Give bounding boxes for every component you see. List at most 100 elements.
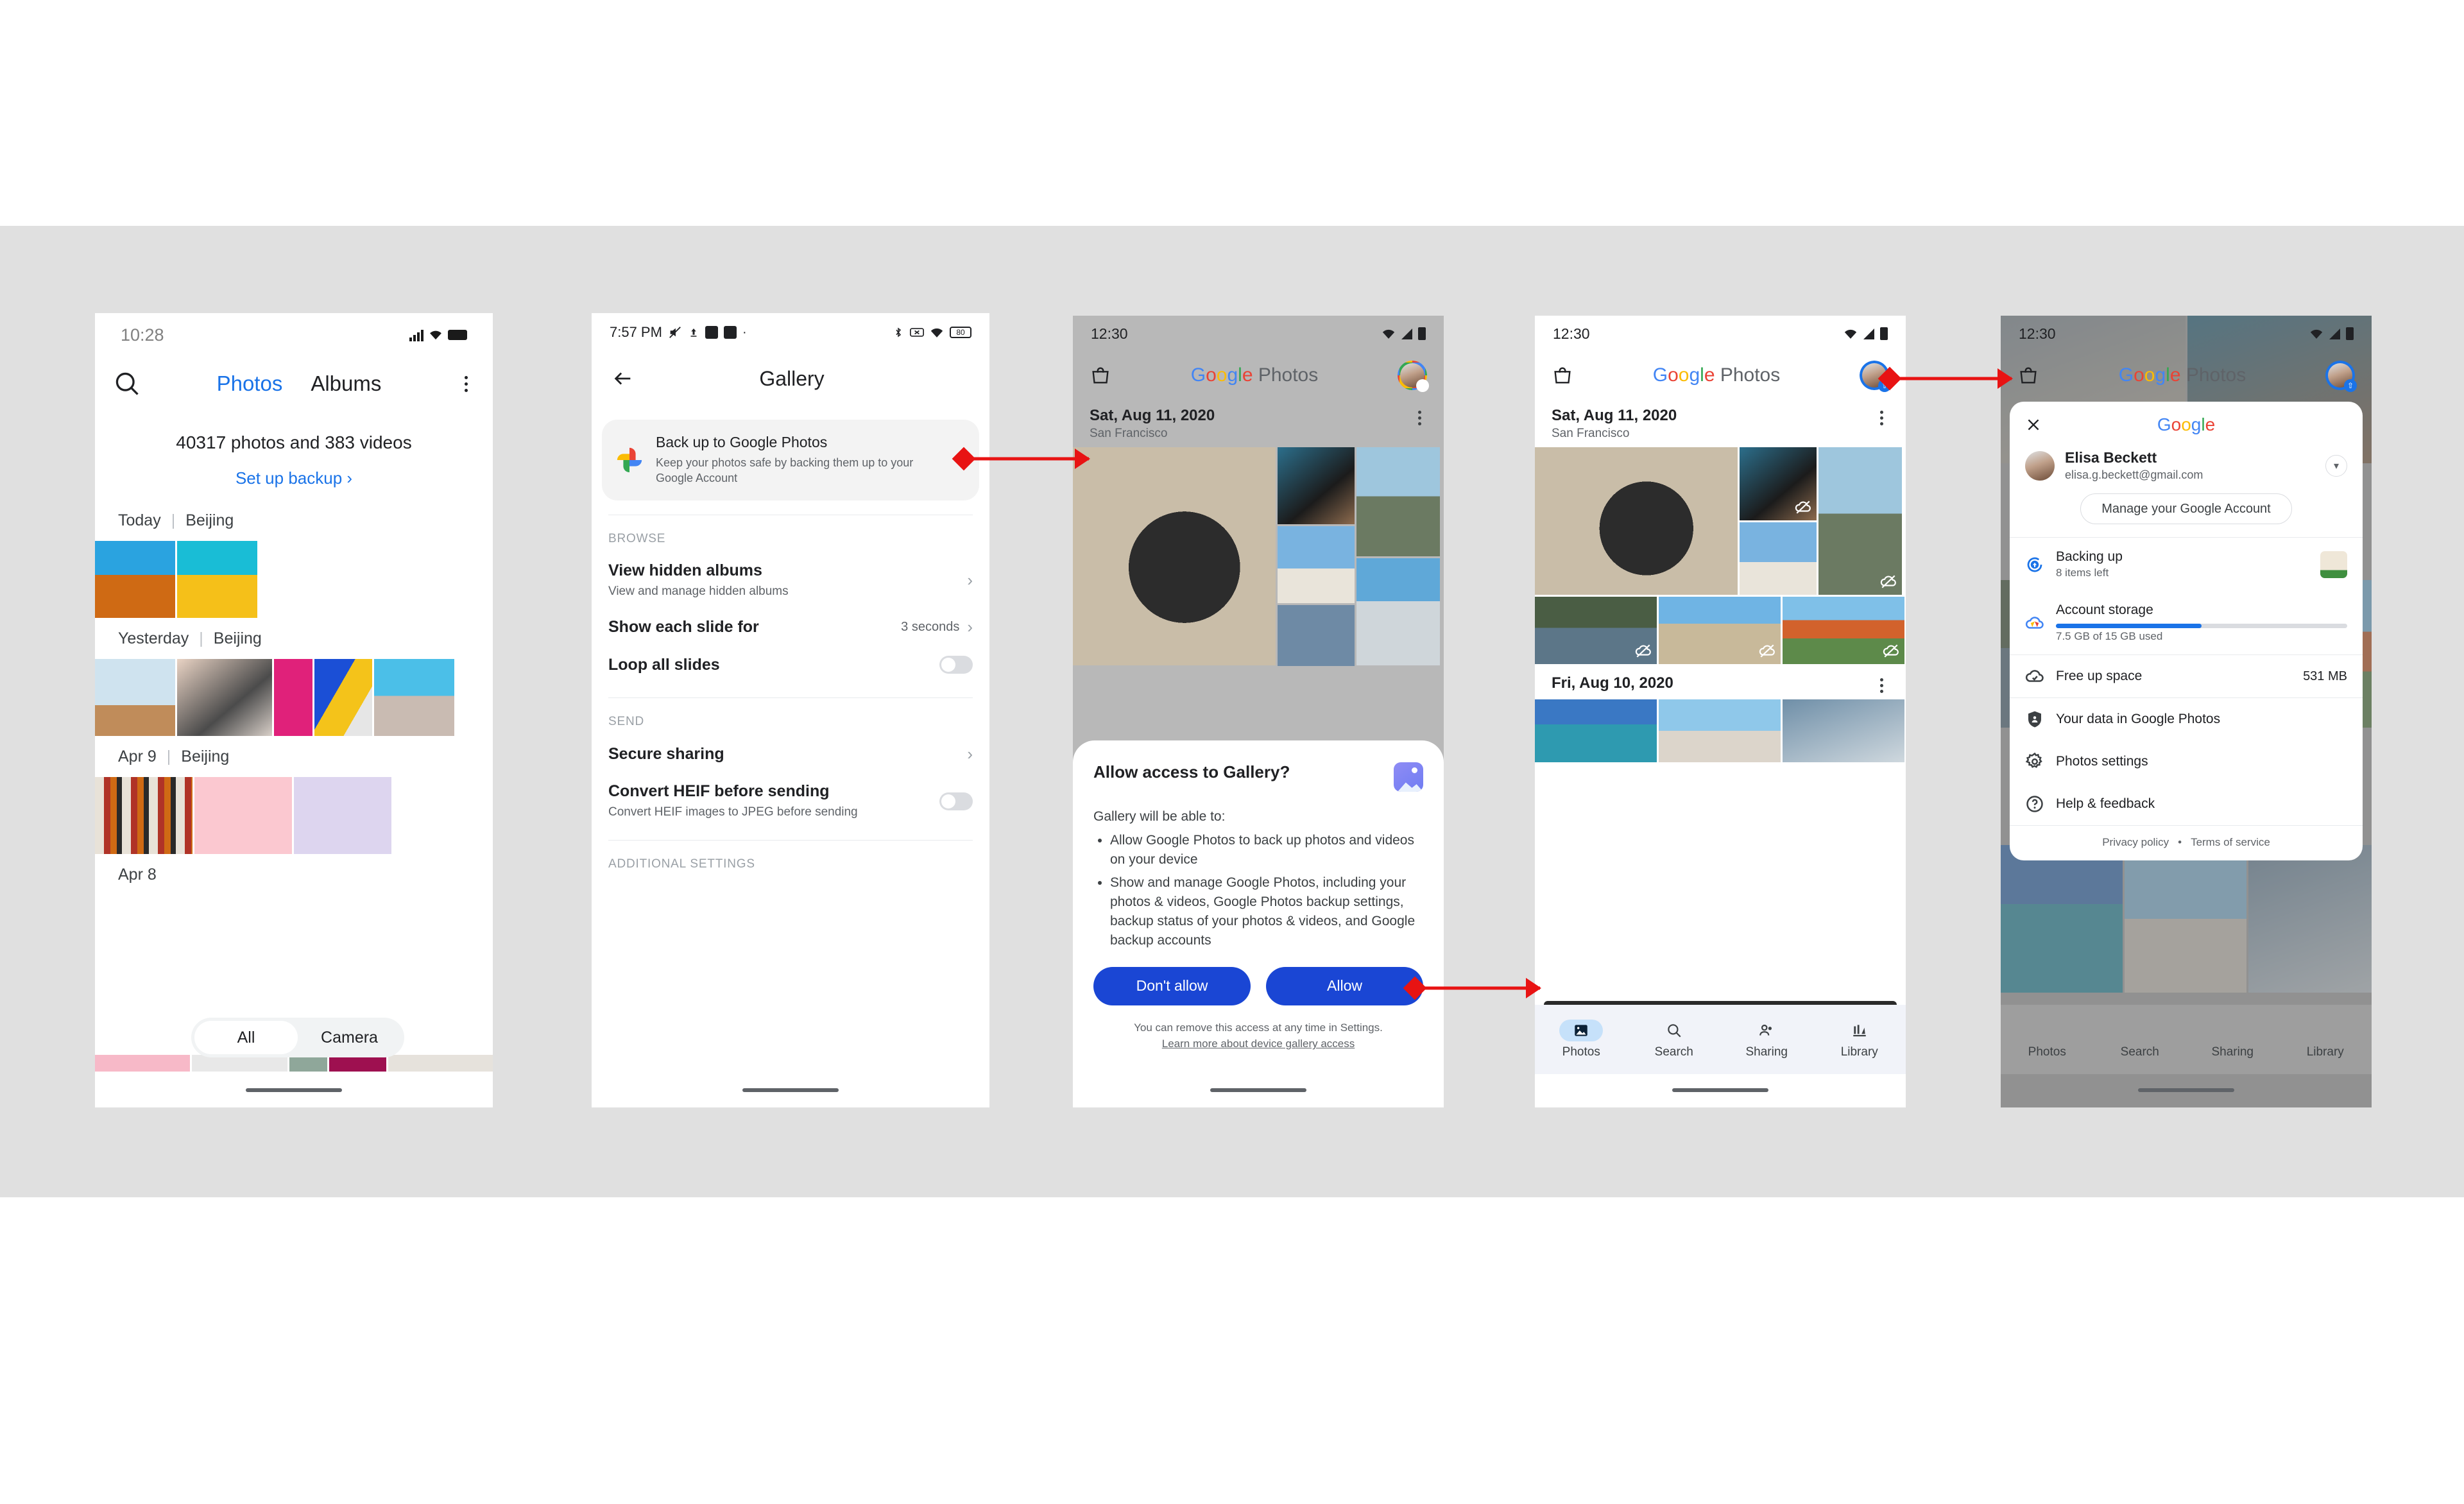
shield-person-icon <box>2028 711 2041 728</box>
shopping-bag-icon[interactable] <box>1552 364 1573 386</box>
more-vert-icon[interactable] <box>457 375 475 392</box>
photo-thumbnail[interactable] <box>1356 447 1440 556</box>
backup-to-google-photos-card[interactable]: Back up to Google Photos Keep your photo… <box>602 420 979 500</box>
photo-thumbnail[interactable] <box>1278 605 1355 666</box>
terms-of-service-link[interactable]: Terms of service <box>2191 836 2270 849</box>
row-view-hidden-albums[interactable]: View hidden albums View and manage hidde… <box>592 552 989 609</box>
nav-label: Search <box>1654 1045 1693 1059</box>
privacy-policy-link[interactable]: Privacy policy <box>2102 836 2169 849</box>
row-free-up-space[interactable]: Free up space 531 MB <box>2010 655 2363 697</box>
photo-thumbnail[interactable] <box>1535 597 1657 664</box>
photo-thumbnail[interactable] <box>194 777 292 854</box>
photo-thumbnail[interactable] <box>95 1055 191 1072</box>
photo-thumbnail[interactable] <box>95 777 193 854</box>
photo-thumbnail[interactable] <box>1535 447 1738 595</box>
photo-thumbnail[interactable] <box>1783 699 1904 762</box>
status-bar: 12:30 <box>1535 316 1906 352</box>
set-up-backup-link[interactable]: Set up backup › <box>95 468 493 488</box>
photo-thumbnail[interactable] <box>314 659 372 736</box>
row-your-data-in-google-photos[interactable]: Your data in Google Photos <box>2010 698 2363 740</box>
toggle-option-all[interactable]: All <box>194 1021 298 1054</box>
allow-button[interactable]: Allow <box>1266 966 1423 1005</box>
photo-thumbnail[interactable] <box>1073 447 1276 665</box>
app-bar: Google Photos ⇧ <box>1535 352 1906 399</box>
nav-item-library[interactable]: Library <box>1813 1020 1906 1059</box>
more-vert-icon[interactable] <box>1874 674 1889 693</box>
shopping-bag-icon[interactable] <box>2017 364 2039 386</box>
photo-thumbnail[interactable] <box>1356 558 1440 665</box>
library-icon <box>1853 1025 1866 1037</box>
bottom-nav: Photos Search Sharing Library <box>1535 1005 1906 1074</box>
nav-item-photos[interactable]: Photos <box>2001 1020 2094 1059</box>
photo-thumbnail[interactable] <box>1278 447 1355 524</box>
account-row[interactable]: Elisa Beckett elisa.g.beckett@gmail.com … <box>2010 445 2363 482</box>
photo-thumbnail[interactable] <box>1783 597 1904 664</box>
row-secure-sharing[interactable]: Secure sharing › <box>592 735 989 773</box>
row-help-and-feedback[interactable]: Help & feedback <box>2010 783 2363 825</box>
google-wordmark: Google <box>2157 414 2216 434</box>
tab-albums[interactable]: Albums <box>311 372 381 396</box>
manage-google-account-button[interactable]: Manage your Google Account <box>2080 493 2292 524</box>
nav-item-photos[interactable]: Photos <box>1535 1020 1628 1059</box>
photo-thumbnail[interactable] <box>1535 699 1657 762</box>
photo-thumbnail[interactable] <box>177 659 272 736</box>
avatar[interactable]: ⇧ <box>2325 361 2357 392</box>
avatar[interactable] <box>1398 361 1429 392</box>
photo-thumbnail[interactable] <box>1659 699 1781 762</box>
more-vert-icon[interactable] <box>1874 407 1889 425</box>
tab-photos[interactable]: Photos <box>217 372 283 396</box>
date-label: Sat, Aug 11, 2020 <box>1552 407 1677 424</box>
status-bar: 10:28 <box>95 313 493 357</box>
gallery-source-toggle[interactable]: All Camera <box>191 1018 404 1057</box>
convert-heif-toggle[interactable] <box>939 792 973 811</box>
row-subtitle: Convert HEIF images to JPEG before sendi… <box>608 805 858 819</box>
section-place: Beijing <box>181 747 230 765</box>
mute-icon <box>669 327 681 338</box>
home-indicator <box>246 1088 342 1092</box>
photo-thumbnail[interactable] <box>1278 526 1355 603</box>
chevron-down-icon[interactable]: ▾ <box>2325 454 2347 477</box>
section-date: Apr 9 <box>118 747 157 765</box>
learn-more-link[interactable]: Learn more about device gallery access <box>1162 1038 1355 1050</box>
arrow-head <box>1075 449 1090 469</box>
photo-thumbnail[interactable] <box>374 659 454 736</box>
wifi-icon <box>930 328 943 338</box>
photo-thumbnail[interactable] <box>1740 447 1817 520</box>
toggle-option-camera[interactable]: Camera <box>298 1021 401 1054</box>
photo-thumbnail[interactable] <box>95 541 175 618</box>
photo-thumbnail[interactable] <box>388 1055 493 1072</box>
nav-item-sharing[interactable]: Sharing <box>2186 1020 2279 1059</box>
more-vert-icon[interactable] <box>1412 407 1427 425</box>
row-convert-heif[interactable]: Convert HEIF before sending Convert HEIF… <box>592 773 989 830</box>
dialog-title: Allow access to Gallery? <box>1093 762 1290 782</box>
photo-thumbnail[interactable] <box>294 777 391 854</box>
nav-item-library[interactable]: Library <box>2279 1020 2372 1059</box>
nav-item-search[interactable]: Search <box>1628 1020 1721 1059</box>
nav-item-search[interactable]: Search <box>2094 1020 2187 1059</box>
photo-thumbnail[interactable] <box>95 659 175 736</box>
photo-grid-yesterday <box>95 659 493 736</box>
photo-thumbnail[interactable] <box>1818 447 1902 595</box>
search-icon[interactable] <box>113 370 141 398</box>
row-account-storage[interactable]: Account storage 7.5 GB of 15 GB used <box>2010 591 2363 654</box>
loop-all-slides-toggle[interactable] <box>939 656 973 674</box>
photo-thumbnail[interactable] <box>1740 522 1817 595</box>
dont-allow-button[interactable]: Don't allow <box>1093 966 1251 1005</box>
nav-item-sharing[interactable]: Sharing <box>1720 1020 1813 1059</box>
photo-thumbnail[interactable] <box>1659 597 1781 664</box>
photo-thumbnail[interactable] <box>177 541 257 618</box>
row-loop-all-slides[interactable]: Loop all slides <box>592 646 989 683</box>
row-backing-up[interactable]: Backing up 8 items left <box>2010 538 2363 591</box>
wifi-icon <box>1382 329 1395 339</box>
status-bar: 12:30 <box>1073 316 1444 352</box>
dialog-bullets: Allow Google Photos to back up photos an… <box>1110 831 1423 950</box>
place-label: San Francisco <box>1090 427 1168 440</box>
cellular-icon <box>1401 328 1412 339</box>
help-circle-icon <box>2026 796 2043 812</box>
row-show-each-slide-for[interactable]: Show each slide for 3 seconds › <box>592 608 989 646</box>
photo-thumbnail[interactable] <box>274 659 312 736</box>
row-photos-settings[interactable]: Photos settings <box>2010 740 2363 783</box>
search-icon <box>1668 1024 1681 1038</box>
shopping-bag-icon[interactable] <box>1090 364 1111 386</box>
app-bar: Gallery <box>592 352 989 406</box>
